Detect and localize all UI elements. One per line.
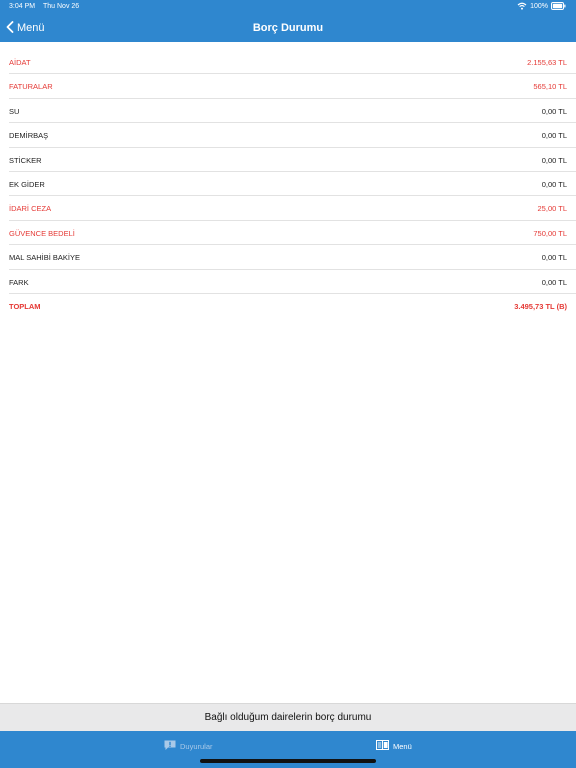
debt-row: STİCKER 0,00 TL (9, 148, 576, 172)
debt-label: FARK (9, 277, 29, 287)
debt-row: GÜVENCE BEDELİ 750,00 TL (9, 221, 576, 246)
footer-bar: Bağlı olduğum dairelerin borç durumu (0, 703, 576, 731)
tab-duyurular[interactable]: Duyurular (164, 740, 213, 753)
debt-row: FATURALAR 565,10 TL (9, 74, 576, 99)
home-indicator (200, 759, 376, 763)
debt-label: FATURALAR (9, 82, 53, 92)
status-right: 100% (517, 2, 566, 10)
status-bar: 3:04 PM Thu Nov 26 100% (0, 0, 576, 14)
debt-label: AİDAT (9, 58, 31, 67)
tab-label: Menü (393, 741, 412, 751)
debt-value: 0,00 TL (541, 253, 567, 263)
debt-value: 0,00 TL (541, 106, 567, 116)
debt-label: EK GİDER (9, 179, 45, 189)
status-time: 3:04 PM (9, 3, 36, 10)
nav-bar: Menü Borç Durumu (0, 14, 576, 42)
debt-label: SU (9, 106, 20, 116)
announcement-icon (164, 740, 176, 753)
debt-value: 0,00 TL (541, 179, 567, 189)
debt-value: 2.155,63 TL (527, 58, 567, 67)
debt-value: 0,00 TL (541, 155, 567, 165)
debt-value: 0,00 TL (541, 277, 567, 287)
tab-label: Duyurular (180, 742, 213, 751)
tab-menu[interactable]: Menü (376, 740, 412, 752)
battery-percent: 100% (530, 2, 548, 10)
debt-label: DEMİRBAŞ (9, 131, 49, 141)
debt-row: SU 0,00 TL (9, 99, 576, 124)
debt-row: İDARİ CEZA 25,00 TL (9, 196, 576, 221)
header: 3:04 PM Thu Nov 26 100% Menü Borç Durumu (0, 0, 576, 42)
page-title: Borç Durumu (252, 22, 324, 34)
total-value: 3.495,73 TL (B) (514, 301, 567, 311)
debt-label: MAL SAHİBİ BAKİYE (9, 253, 80, 263)
battery-icon (551, 2, 566, 10)
debt-value: 0,00 TL (541, 131, 567, 141)
debt-row: AİDAT 2.155,63 TL (9, 50, 576, 75)
debt-list: AİDAT 2.155,63 TL FATURALAR 565,10 TL SU… (0, 50, 576, 318)
debt-value: 25,00 TL (537, 204, 567, 214)
debt-row: MAL SAHİBİ BAKİYE 0,00 TL (9, 245, 576, 270)
debt-row: DEMİRBAŞ 0,00 TL (9, 123, 576, 148)
debt-label: STİCKER (9, 155, 42, 165)
debt-value: 565,10 TL (533, 82, 567, 92)
debt-label: İDARİ CEZA (9, 204, 52, 214)
total-row: TOPLAM 3.495,73 TL (B) (9, 294, 576, 318)
status-date: Thu Nov 26 (43, 3, 80, 10)
total-label: TOPLAM (9, 301, 41, 311)
debt-row: FARK 0,00 TL (9, 270, 576, 294)
debt-label: GÜVENCE BEDELİ (9, 228, 75, 238)
debt-row: EK GİDER 0,00 TL (9, 172, 576, 197)
book-icon (376, 740, 389, 752)
debt-value: 750,00 TL (533, 228, 567, 238)
wifi-icon (517, 2, 527, 10)
